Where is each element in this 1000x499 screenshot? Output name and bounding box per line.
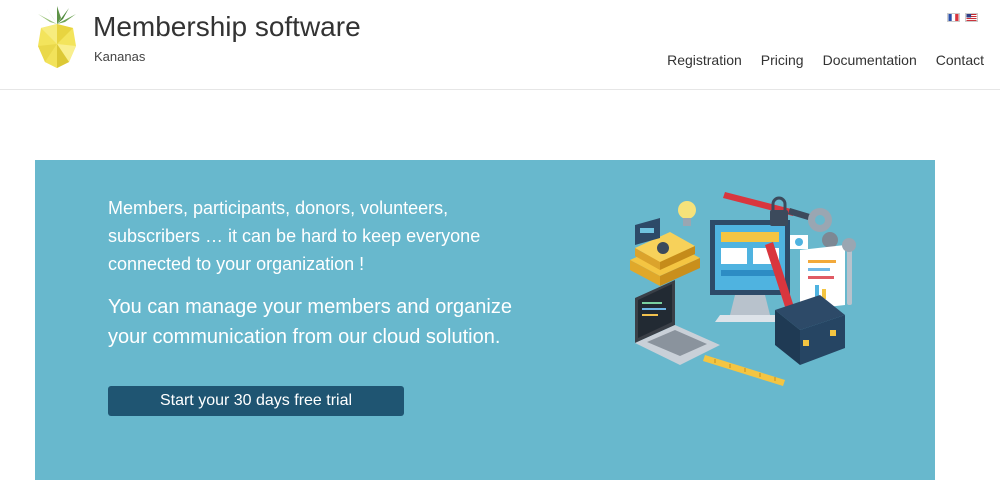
hero-value-text: You can manage your members and organize…	[108, 296, 512, 348]
language-switcher	[947, 13, 978, 22]
site-header: Membership software Kananas Registration…	[0, 0, 1000, 90]
hero-banner: Members, participants, donors, volunteer…	[35, 160, 935, 480]
flag-us-icon[interactable]	[965, 13, 978, 22]
nav-item-pricing[interactable]: Pricing	[742, 52, 804, 68]
main-nav: Registration Pricing Documentation Conta…	[648, 52, 984, 68]
hero-intro-text: Members, participants, donors, volunteer…	[108, 198, 481, 274]
nav-item-documentation[interactable]: Documentation	[804, 52, 917, 68]
nav-item-contact[interactable]: Contact	[917, 52, 984, 68]
site-title[interactable]: Membership software	[93, 11, 361, 43]
pineapple-logo-icon[interactable]	[36, 6, 78, 68]
nav-item-registration[interactable]: Registration	[648, 52, 742, 68]
office-tools-illustration	[630, 192, 856, 386]
flag-fr-icon[interactable]	[947, 13, 960, 22]
site-subtitle: Kananas	[94, 49, 146, 64]
free-trial-button[interactable]: Start your 30 days free trial	[108, 386, 404, 416]
